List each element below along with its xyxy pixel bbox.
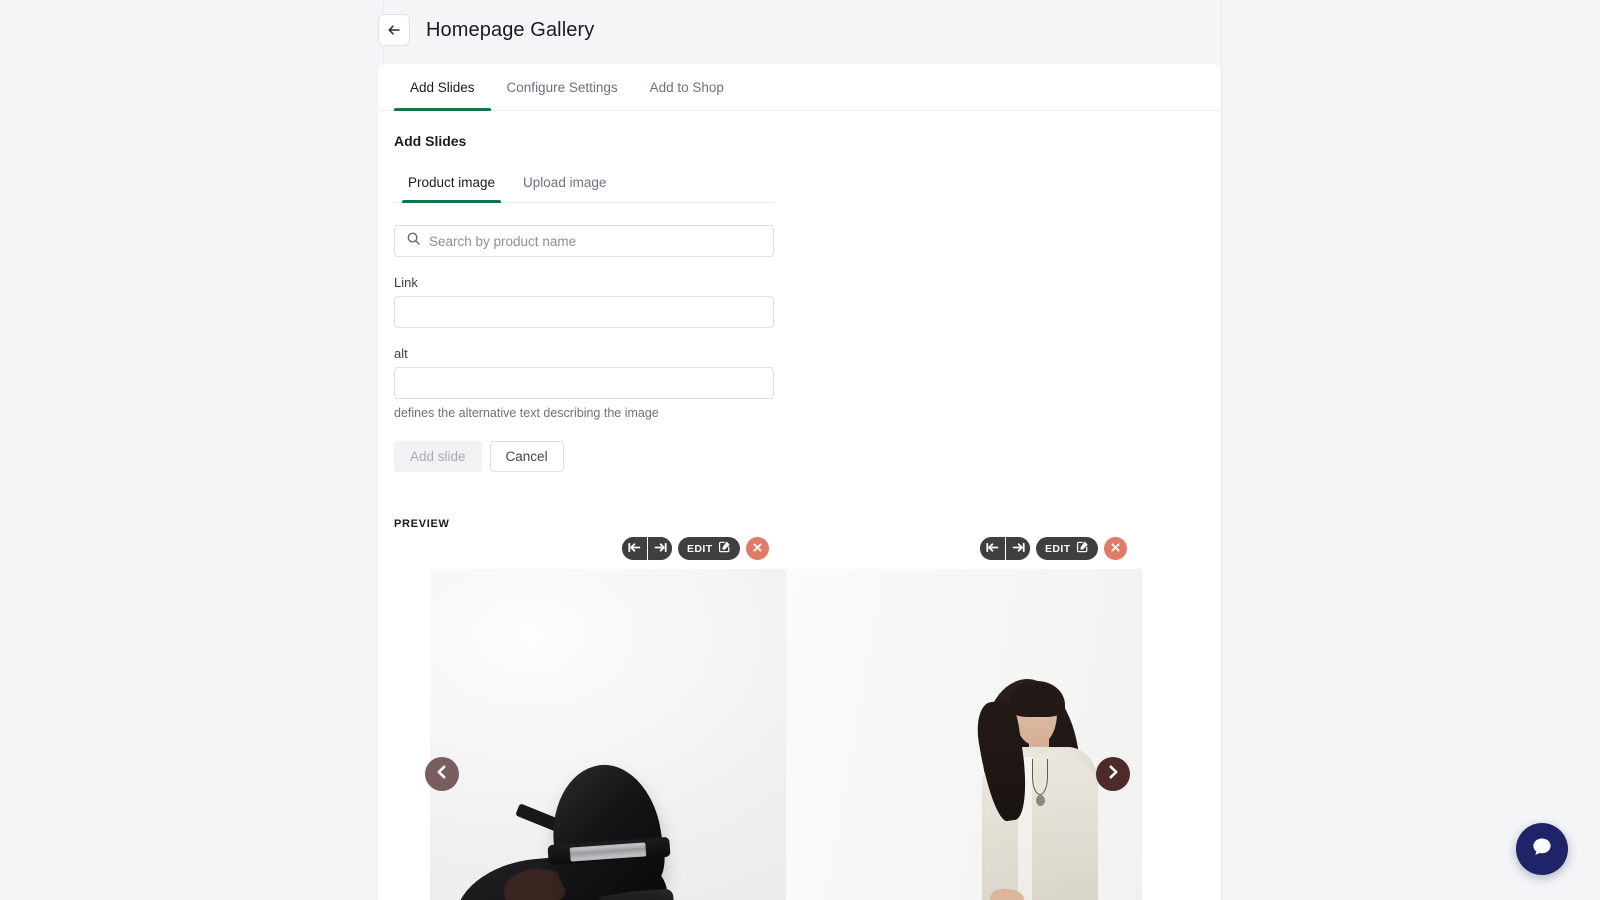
slide-toolbar: EDIT [622,537,769,560]
move-right-button[interactable] [1005,537,1030,560]
link-field-label: Link [394,275,418,290]
slide-item[interactable] [786,569,1142,900]
subtab-upload-image[interactable]: Upload image [509,163,620,202]
tab-add-slides[interactable]: Add Slides [394,64,491,111]
slide-move-group [980,537,1030,560]
form-actions: Add slide Cancel [394,441,1205,472]
cancel-button-label: Cancel [505,449,548,464]
move-right-button[interactable] [647,537,672,560]
image-source-subtabs: Product image Upload image [394,163,774,203]
chat-bubble-icon [1529,834,1555,865]
add-slide-button-label: Add slide [410,449,466,464]
remove-slide-button[interactable] [1103,537,1127,560]
close-x-icon [752,540,763,558]
main-card: Add Slides Configure Settings Add to Sho… [378,64,1221,900]
tab-add-to-shop[interactable]: Add to Shop [634,64,740,110]
alt-field-label: alt [394,346,408,361]
chevron-right-icon [1105,764,1121,785]
app-page: Homepage Gallery Add Slides Configure Se… [0,0,1600,900]
add-slide-form: Link alt defines the alternative text de… [394,225,1205,472]
slide-item[interactable] [430,569,786,900]
arrow-left-icon [386,22,402,38]
cancel-button[interactable]: Cancel [489,441,564,472]
page-title: Homepage Gallery [426,18,595,41]
edit-slide-label: EDIT [1045,542,1071,555]
preview-label: PREVIEW [394,518,450,530]
slide-move-group [622,537,672,560]
subtab-product-image[interactable]: Product image [394,163,509,203]
slide-toolbar: EDIT [980,537,1127,560]
card-body: Add Slides Product image Upload image Se… [378,111,1221,900]
edit-slide-label: EDIT [687,542,713,555]
pencil-square-icon [1076,540,1089,558]
back-button[interactable] [378,14,410,46]
move-left-button[interactable] [980,537,1005,560]
slide-image-model [786,569,1142,900]
edit-slide-button[interactable]: EDIT [678,537,740,560]
page-header: Homepage Gallery [378,14,594,46]
link-input[interactable] [394,296,774,328]
section-title: Add Slides [394,133,467,149]
subtab-product-image-label: Product image [408,175,496,190]
move-left-button[interactable] [622,537,647,560]
close-x-icon [1110,540,1121,558]
main-tabbar: Add Slides Configure Settings Add to Sho… [378,64,1221,111]
remove-slide-button[interactable] [745,537,769,560]
edit-slide-button[interactable]: EDIT [1036,537,1098,560]
product-search-wrap [394,225,774,257]
content-rule-right [1221,0,1222,900]
tab-add-slides-label: Add Slides [410,79,475,95]
move-left-icon [628,540,641,558]
search-input[interactable] [394,225,774,257]
link-field-group: Link [394,275,1205,328]
tab-configure-settings-label: Configure Settings [506,79,618,95]
tab-configure-settings[interactable]: Configure Settings [491,64,634,110]
slide-list [430,569,1143,900]
pencil-square-icon [718,540,731,558]
move-left-icon [986,540,999,558]
subtab-upload-image-label: Upload image [523,175,607,190]
slide-image-shoe [430,569,786,900]
carousel-next-button[interactable] [1096,757,1130,791]
tab-add-to-shop-label: Add to Shop [649,79,724,95]
preview-area: EDIT EDIT [394,537,1205,900]
alt-helper-text: defines the alternative text describing … [394,406,659,420]
alt-field-group: alt defines the alternative text describ… [394,346,1205,420]
alt-input[interactable] [394,367,774,399]
add-slide-button[interactable]: Add slide [394,441,482,472]
carousel-prev-button[interactable] [425,757,459,791]
move-right-icon [1012,540,1025,558]
chat-widget-button[interactable] [1516,823,1568,875]
move-right-icon [654,540,667,558]
chevron-left-icon [434,764,450,785]
